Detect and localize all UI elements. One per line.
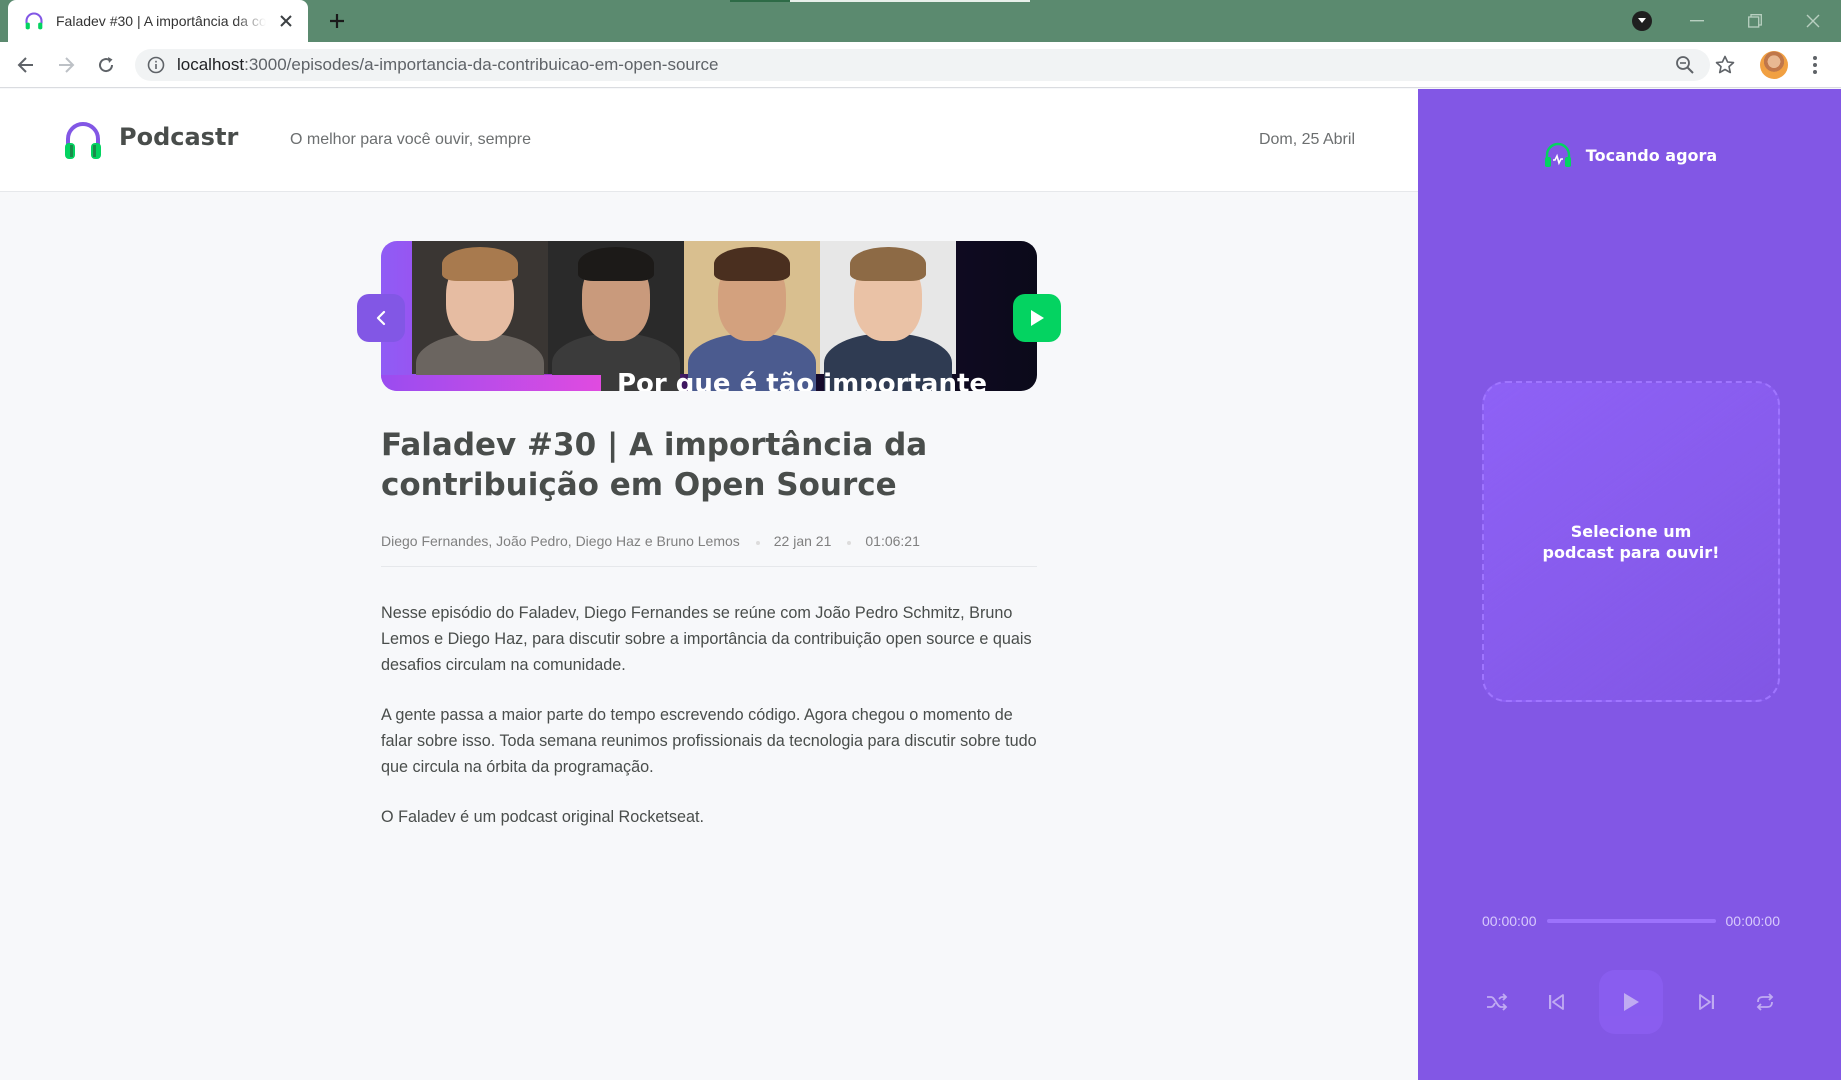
episode-thumbnail-container: Por que é tão importante <box>357 241 1061 391</box>
thumbnail-person <box>412 241 548 391</box>
plus-icon[interactable] <box>322 6 352 36</box>
thumbnail-person <box>684 241 820 391</box>
play-episode-button[interactable] <box>1013 294 1061 342</box>
reload-icon[interactable] <box>91 50 121 80</box>
episode-duration: 01:06:21 <box>865 533 920 549</box>
chevron-left-icon <box>376 310 386 326</box>
address-bar[interactable]: localhost:3000/episodes/a-importancia-da… <box>135 49 1735 81</box>
loading-strip <box>730 0 790 2</box>
url-text[interactable]: localhost:3000/episodes/a-importancia-da… <box>177 55 718 75</box>
meta-separator <box>755 541 760 545</box>
info-icon[interactable] <box>147 56 165 74</box>
browser-tab[interactable]: Faladev #30 | A importância da contribui… <box>8 0 308 42</box>
forward-arrow-icon[interactable] <box>51 50 81 80</box>
player-play-button[interactable] <box>1599 970 1663 1034</box>
player-panel: Tocando agora Selecione um podcast para … <box>1418 89 1841 1080</box>
play-icon <box>1031 310 1044 326</box>
episode-date: 22 jan 21 <box>773 533 832 549</box>
logo-text[interactable]: Podcastr <box>119 123 238 151</box>
now-playing-icon <box>1544 142 1571 167</box>
window-close-icon[interactable] <box>1785 0 1841 42</box>
episode-thumbnail: Por que é tão importante <box>381 241 1037 391</box>
tagline: O melhor para você ouvir, sempre <box>290 131 531 148</box>
episode-title: Faladev #30 | A importância da contribui… <box>381 427 928 503</box>
star-icon[interactable] <box>1713 53 1737 77</box>
player-progress: 00:00:00 00:00:00 <box>1482 911 1780 931</box>
player-header: Tocando agora <box>1418 139 1841 171</box>
back-button[interactable] <box>357 294 405 342</box>
repeat-button[interactable] <box>1750 987 1780 1017</box>
description-paragraph: A gente passa a maior parte do tempo esc… <box>381 706 1037 776</box>
empty-player-card: Selecione um podcast para ouvir! <box>1482 381 1780 702</box>
player-controls <box>1482 969 1780 1035</box>
back-arrow-icon[interactable] <box>11 50 41 80</box>
minimize-icon[interactable] <box>1669 0 1725 42</box>
previous-icon <box>1548 994 1564 1010</box>
total-time: 00:00:00 <box>1725 913 1781 929</box>
restore-icon[interactable] <box>1727 0 1783 42</box>
repeat-icon <box>1756 993 1774 1011</box>
current-time: 00:00:00 <box>1482 913 1537 929</box>
thumbnail-person <box>820 241 956 391</box>
description-paragraph: O Faladev é um podcast original Rocketse… <box>381 808 705 826</box>
headphones-logo-icon[interactable] <box>64 119 102 161</box>
headphones-favicon <box>25 12 43 30</box>
profile-menu-icon[interactable] <box>1632 11 1652 31</box>
close-icon[interactable] <box>274 9 298 33</box>
description-paragraph: Nesse episódio do Faladev, Diego Fernand… <box>381 604 1032 674</box>
shuffle-button[interactable] <box>1482 987 1512 1017</box>
current-date: Dom, 25 Abril <box>1258 131 1355 148</box>
next-button[interactable] <box>1692 987 1722 1017</box>
thumbnail-person <box>548 241 684 391</box>
episode-members: Diego Fernandes, João Pedro, Diego Haz e… <box>381 533 740 549</box>
loading-strip <box>790 0 1030 2</box>
browser-titlebar: Faladev #30 | A importância da contribui… <box>0 0 1841 42</box>
episode-meta: Diego Fernandes, João Pedro, Diego Haz e… <box>381 533 1037 567</box>
player-heading: Tocando agora <box>1585 145 1718 165</box>
kebab-menu-icon[interactable] <box>1800 50 1830 80</box>
previous-button[interactable] <box>1541 987 1571 1017</box>
browser-toolbar: localhost:3000/episodes/a-importancia-da… <box>0 42 1841 88</box>
shuffle-icon <box>1487 993 1508 1011</box>
app-header: Podcastr O melhor para você ouvir, sempr… <box>0 89 1418 192</box>
progress-slider[interactable] <box>1546 919 1716 923</box>
meta-separator <box>847 541 852 545</box>
tab-title: Faladev #30 | A importância da contribui… <box>56 13 266 29</box>
play-icon <box>1624 993 1639 1011</box>
next-icon <box>1698 994 1714 1010</box>
thumbnail-caption: Por que é tão importante <box>381 367 1037 391</box>
empty-player-message: Selecione um podcast para ouvir! <box>1542 521 1720 562</box>
episode-description: Nesse episódio do Faladev, Diego Fernand… <box>381 600 1041 854</box>
profile-avatar[interactable] <box>1760 51 1788 79</box>
zoom-icon[interactable] <box>1673 53 1697 77</box>
